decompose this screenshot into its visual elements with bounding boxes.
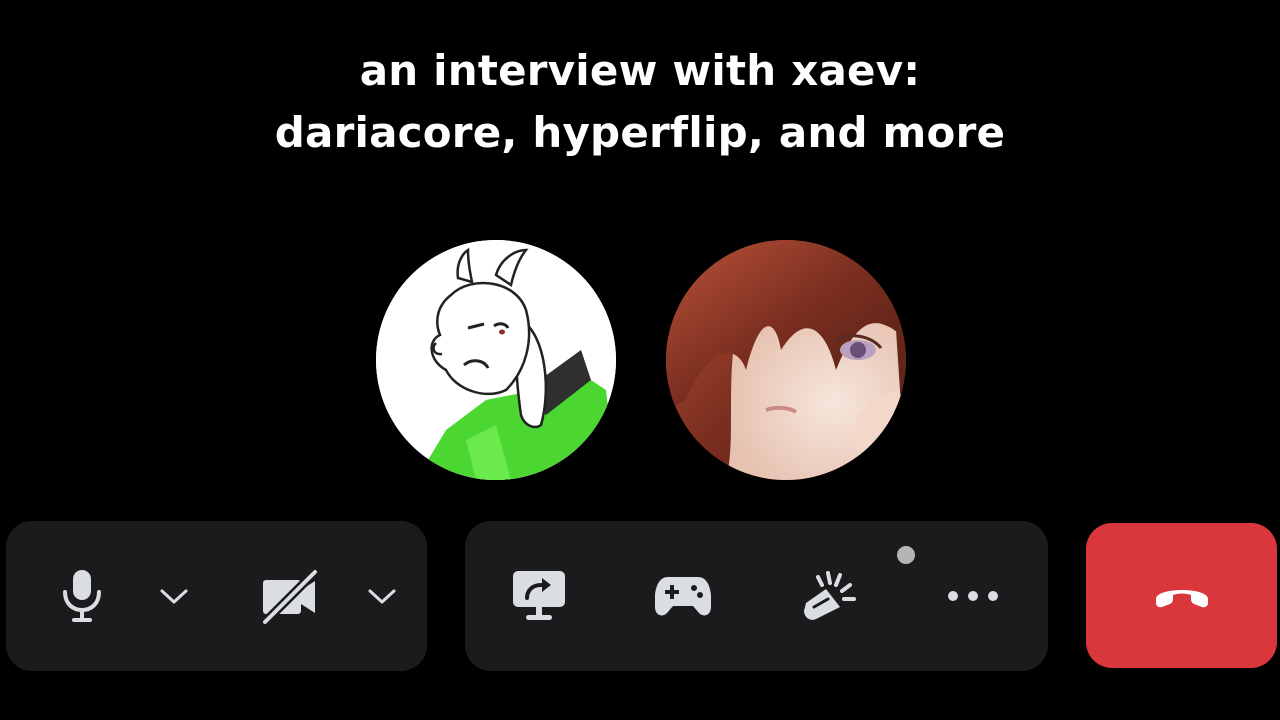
call-actions-bar (465, 521, 1048, 671)
camera-off-icon (259, 566, 321, 626)
microphone-button[interactable] (50, 521, 114, 671)
screen-share-button[interactable] (507, 521, 571, 671)
soundboard-icon (804, 571, 856, 620)
anime-girl-avatar (666, 240, 906, 480)
video-title: an interview with xaev: dariacore, hyper… (0, 40, 1280, 164)
participant-avatar-2[interactable] (666, 240, 906, 480)
call-screen: an interview with xaev: dariacore, hyper… (0, 0, 1280, 720)
activities-button[interactable] (651, 521, 918, 671)
chevron-down-icon (160, 589, 188, 604)
camera-button[interactable] (254, 521, 324, 671)
camera-options-button[interactable] (360, 521, 404, 671)
title-line-1: an interview with xaev: (359, 46, 921, 95)
microphone-options-button[interactable] (152, 521, 196, 671)
disconnect-button[interactable] (1086, 523, 1277, 668)
more-options-button[interactable] (941, 521, 1005, 671)
participant-avatar-1[interactable] (376, 240, 616, 480)
more-options-icon (948, 591, 998, 601)
voice-video-controls (6, 521, 427, 671)
screen-share-icon (513, 571, 565, 620)
activity-indicator-dot (894, 543, 918, 567)
microphone-icon (63, 570, 101, 622)
chevron-down-icon (368, 589, 396, 604)
hang-up-icon (1155, 589, 1208, 607)
soundboard-button[interactable] (797, 521, 861, 671)
goat-character-avatar (376, 240, 616, 480)
title-line-2: dariacore, hyperflip, and more (274, 108, 1006, 157)
gamepad-icon (655, 577, 711, 616)
